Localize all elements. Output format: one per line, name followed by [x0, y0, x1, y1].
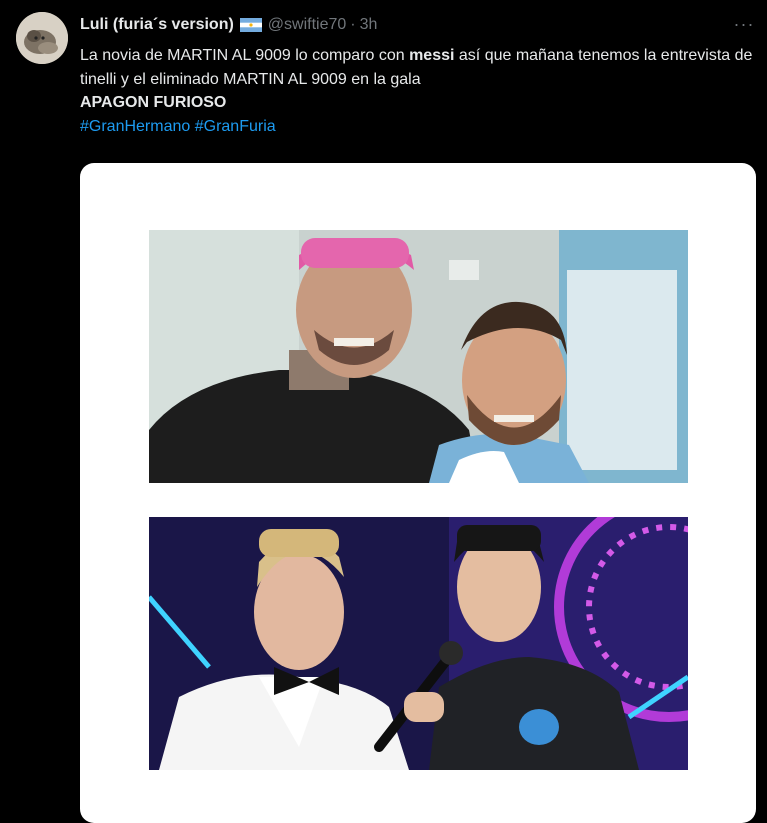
photo-tv-show-stage[interactable]	[149, 517, 688, 770]
media-container[interactable]	[80, 163, 756, 823]
photo-two-men-selfie[interactable]	[149, 230, 688, 483]
tweet-text-bold: messi	[409, 47, 455, 64]
tweet-text-bold: APAGON FURIOSO	[80, 94, 227, 111]
author-handle[interactable]: @swiftie70	[268, 16, 347, 34]
separator-dot: ·	[350, 16, 356, 33]
hashtag-link[interactable]: #GranFuria	[195, 118, 276, 135]
tweet-text: La novia de MARTIN AL 9009 lo comparo co…	[80, 44, 760, 138]
more-options-icon[interactable]: ···	[731, 14, 757, 34]
argentina-flag-icon	[239, 18, 262, 32]
hashtag-link[interactable]: #GranHermano	[80, 118, 190, 135]
tweet-timestamp[interactable]: 3h	[360, 16, 378, 34]
tweet-text-part: La novia de MARTIN AL 9009 lo comparo co…	[80, 47, 410, 64]
tweet-header: Luli (furia´s version) @swiftie70 · 3h	[80, 14, 753, 36]
avatar[interactable]	[16, 12, 68, 64]
author-name[interactable]: Luli (furia´s version)	[80, 16, 234, 34]
tweet[interactable]: Luli (furia´s version) @swiftie70 · 3h ·…	[0, 0, 767, 823]
avatar-image	[16, 12, 68, 64]
